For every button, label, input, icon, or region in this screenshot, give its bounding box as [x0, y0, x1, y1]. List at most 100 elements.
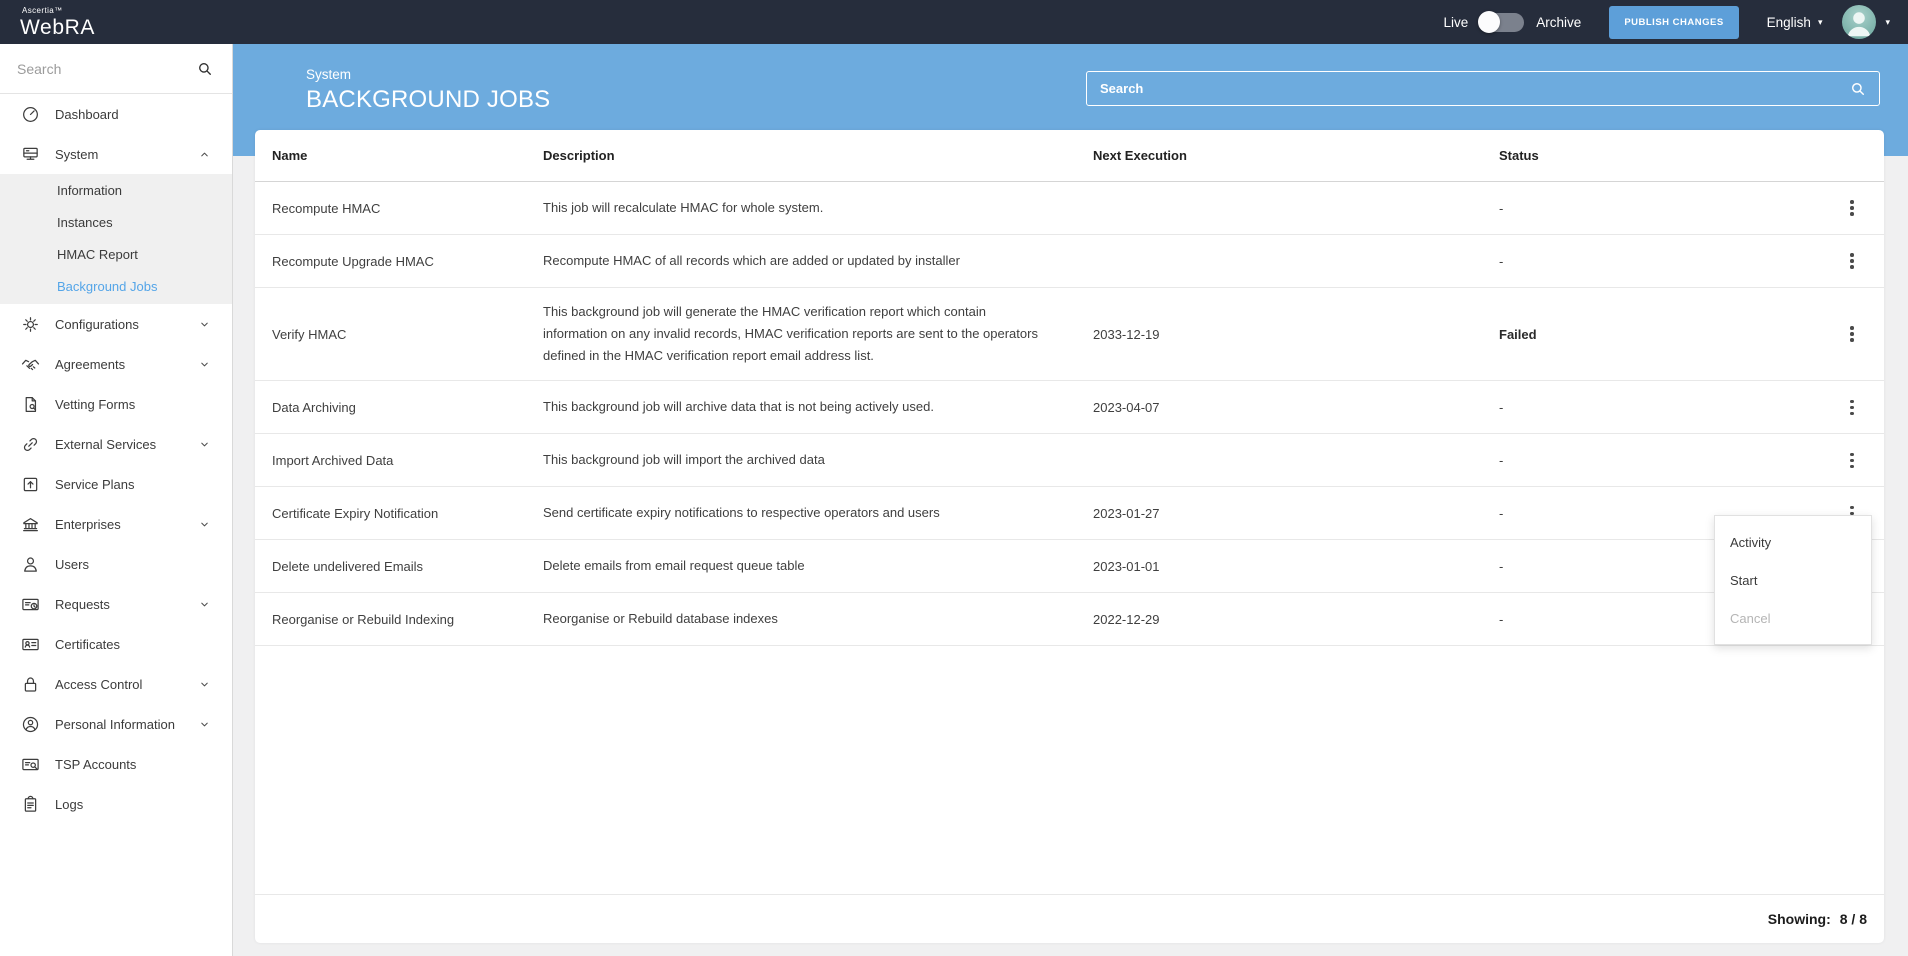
sidebar-item-users[interactable]: Users	[0, 544, 232, 584]
id-card-icon	[21, 635, 40, 654]
sidebar-item-label: Agreements	[55, 357, 184, 372]
gear-icon	[21, 315, 40, 334]
profile-chevron-down-icon[interactable]: ▾	[1885, 18, 1890, 27]
sidebar-item-label: Vetting Forms	[55, 397, 210, 412]
live-label: Live	[1444, 15, 1469, 30]
job-next-execution: 2023-01-01	[1093, 559, 1499, 574]
sidebar-item-requests[interactable]: Requests	[0, 584, 232, 624]
sidebar-item-label: External Services	[55, 437, 184, 452]
job-name: Recompute Upgrade HMAC	[255, 254, 543, 269]
job-status: Failed	[1499, 327, 1820, 342]
brand-company: Ascertia™	[22, 7, 95, 15]
sidebar-item-service-plans[interactable]: Service Plans	[0, 464, 232, 504]
handshake-icon	[21, 355, 40, 374]
card-search-icon	[21, 755, 40, 774]
showing-value: 8 / 8	[1840, 911, 1867, 927]
sidebar-item-label: TSP Accounts	[55, 757, 210, 772]
sidebar-item-background-jobs[interactable]: Background Jobs	[0, 271, 232, 303]
clipboard-icon	[21, 795, 40, 814]
chevron-down-icon: ▾	[1818, 18, 1823, 27]
sidebar-item-label: Requests	[55, 597, 184, 612]
job-name: Delete undelivered Emails	[255, 559, 543, 574]
page-title-block: System BACKGROUND JOBS	[306, 67, 550, 114]
row-actions-kebab[interactable]	[1841, 447, 1863, 473]
main-content: System BACKGROUND JOBS Search Name Descr…	[233, 44, 1908, 956]
sidebar-item-certificates[interactable]: Certificates	[0, 624, 232, 664]
sidebar-item-configurations[interactable]: Configurations	[0, 304, 232, 344]
sidebar-item-hmac-report[interactable]: HMAC Report	[0, 239, 232, 271]
sidebar-item-label: Service Plans	[55, 477, 210, 492]
search-icon	[197, 61, 213, 77]
menu-item-activity[interactable]: Activity	[1715, 523, 1871, 561]
sidebar-item-dashboard[interactable]: Dashboard	[0, 94, 232, 134]
table-row-certificate-expiry-notification: Certificate Expiry NotificationSend cert…	[255, 487, 1884, 540]
sidebar-item-logs[interactable]: Logs	[0, 784, 232, 824]
topbar-controls: Live Archive PUBLISH CHANGES English ▾ ▾	[1444, 5, 1890, 39]
sidebar-item-system[interactable]: System	[0, 134, 232, 174]
sidebar-item-information[interactable]: Information	[0, 175, 232, 207]
chevron-down-icon	[199, 599, 210, 610]
row-actions-menu: ActivityStartCancel	[1714, 515, 1872, 645]
row-actions-kebab[interactable]	[1841, 394, 1863, 420]
sidebar-item-access-control[interactable]: Access Control	[0, 664, 232, 704]
job-next-execution: 2022-12-29	[1093, 612, 1499, 627]
row-actions-kebab[interactable]	[1841, 321, 1863, 347]
job-next-execution: 2033-12-19	[1093, 327, 1499, 342]
job-description: Delete emails from email request queue t…	[543, 542, 1093, 590]
sidebar-item-tsp-accounts[interactable]: TSP Accounts	[0, 744, 232, 784]
lock-icon	[21, 675, 40, 694]
chevron-down-icon	[199, 719, 210, 730]
table-search-input[interactable]: Search	[1086, 71, 1880, 106]
table-search-placeholder: Search	[1100, 81, 1143, 96]
sidebar-item-label: Configurations	[55, 317, 184, 332]
live-archive-toggle[interactable]	[1480, 13, 1524, 32]
sidebar-item-agreements[interactable]: Agreements	[0, 344, 232, 384]
breadcrumb: System	[306, 67, 550, 82]
sidebar-search-input[interactable]: Search	[0, 44, 232, 94]
sidebar-item-label: Dashboard	[55, 107, 210, 122]
sidebar-item-instances[interactable]: Instances	[0, 207, 232, 239]
publish-changes-button[interactable]: PUBLISH CHANGES	[1609, 6, 1738, 39]
language-dropdown[interactable]: English ▾	[1767, 15, 1823, 30]
toggle-knob[interactable]	[1478, 11, 1500, 33]
job-description: Send certificate expiry notifications to…	[543, 489, 1093, 537]
sidebar-item-label: Enterprises	[55, 517, 184, 532]
sidebar-item-vetting-forms[interactable]: Vetting Forms	[0, 384, 232, 424]
row-actions-kebab[interactable]	[1841, 195, 1863, 221]
link-icon	[21, 435, 40, 454]
system-icon	[21, 145, 40, 164]
job-name: Verify HMAC	[255, 327, 543, 342]
job-status: -	[1499, 453, 1820, 468]
form-check-icon	[21, 395, 40, 414]
table-row-delete-undelivered-emails: Delete undelivered EmailsDelete emails f…	[255, 540, 1884, 593]
job-status: -	[1499, 201, 1820, 216]
sidebar-submenu-system: InformationInstancesHMAC ReportBackgroun…	[0, 174, 232, 304]
job-name: Certificate Expiry Notification	[255, 506, 543, 521]
sidebar-item-external-services[interactable]: External Services	[0, 424, 232, 464]
avatar[interactable]	[1842, 5, 1876, 39]
gauge-icon	[21, 105, 40, 124]
job-status: -	[1499, 254, 1820, 269]
job-description: This job will recalculate HMAC for whole…	[543, 184, 1093, 232]
top-bar: Ascertia™ WebRA Live Archive PUBLISH CHA…	[0, 0, 1908, 44]
menu-item-start[interactable]: Start	[1715, 561, 1871, 599]
job-name: Reorganise or Rebuild Indexing	[255, 612, 543, 627]
sidebar-item-enterprises[interactable]: Enterprises	[0, 504, 232, 544]
table-row-verify-hmac: Verify HMACThis background job will gene…	[255, 288, 1884, 381]
box-up-icon	[21, 475, 40, 494]
column-header-description: Description	[543, 148, 1093, 163]
job-description: Reorganise or Rebuild database indexes	[543, 595, 1093, 643]
job-description: This background job will archive data th…	[543, 383, 1093, 431]
sidebar-nav: Dashboard SystemInformationInstancesHMAC …	[0, 94, 232, 824]
language-label: English	[1767, 15, 1811, 30]
table-body: Recompute HMACThis job will recalculate …	[255, 182, 1884, 646]
search-icon	[1850, 81, 1866, 97]
sidebar-search-placeholder: Search	[17, 61, 61, 77]
table-row-recompute-hmac: Recompute HMACThis job will recalculate …	[255, 182, 1884, 235]
sidebar-item-personal-information[interactable]: Personal Information	[0, 704, 232, 744]
table-footer: Showing: 8 / 8	[255, 894, 1884, 943]
job-next-execution: 2023-01-27	[1093, 506, 1499, 521]
job-description: Recompute HMAC of all records which are …	[543, 237, 1093, 285]
row-actions-kebab[interactable]	[1841, 248, 1863, 274]
column-header-next-execution: Next Execution	[1093, 148, 1499, 163]
